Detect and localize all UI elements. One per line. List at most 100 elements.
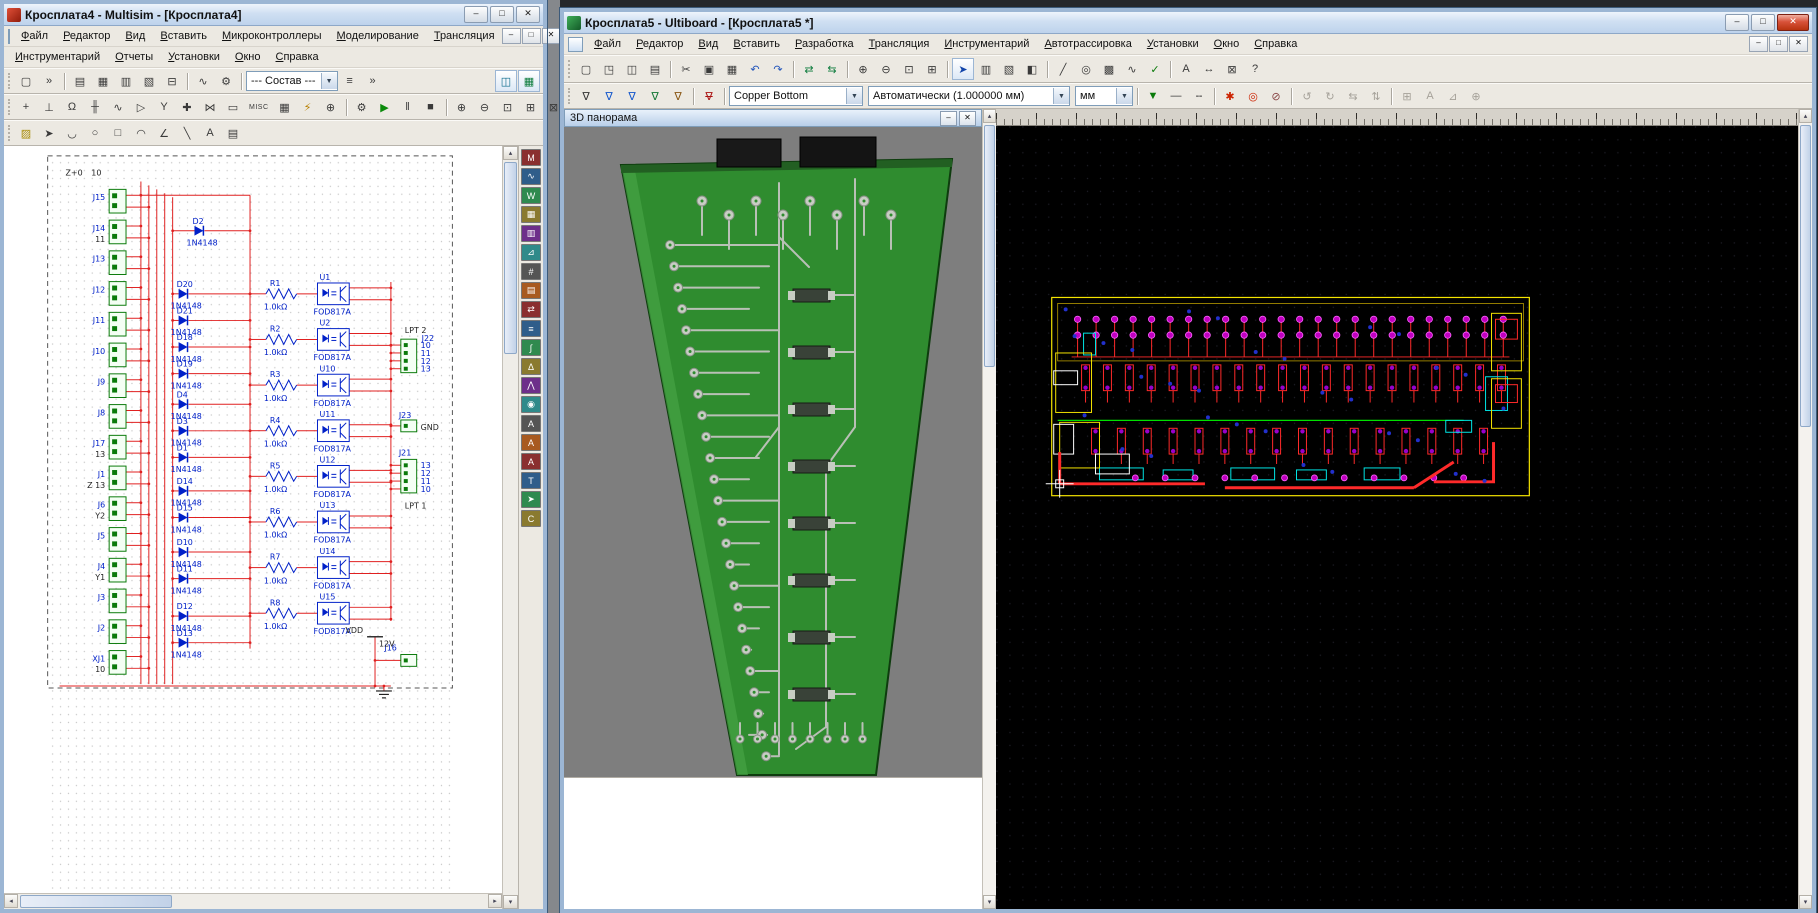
simulation-settings-icon[interactable]: ⚙ — [351, 96, 373, 118]
via-tool-icon[interactable]: ◎ — [1242, 85, 1264, 107]
3d-panel-scrollbar[interactable]: ▴ ▾ — [982, 109, 996, 909]
polygon-tool-icon[interactable]: ✱ — [1219, 85, 1241, 107]
open-file-icon[interactable]: ◳ — [598, 58, 620, 80]
postprocessor-icon[interactable]: ⚙ — [215, 70, 237, 92]
scroll-right-icon[interactable]: ▸ — [488, 894, 502, 908]
tektronix-oscilloscope-icon[interactable]: T — [521, 472, 541, 489]
connector-J17[interactable]: J1713 — [92, 434, 127, 460]
layers-icon[interactable]: ◧ — [1021, 58, 1043, 80]
oscilloscope-icon[interactable]: ▦ — [521, 206, 541, 223]
rotate-ccw-icon[interactable]: ↺ — [1296, 85, 1318, 107]
pause-simulation-icon[interactable]: ‖ — [397, 96, 419, 118]
flip-horizontal-icon[interactable]: ⇆ — [1342, 85, 1364, 107]
zoom-fit-icon[interactable]: ⊞ — [520, 96, 542, 118]
place-via-icon[interactable]: ◎ — [1075, 58, 1097, 80]
rotate-cw-icon[interactable]: ↻ — [1319, 85, 1341, 107]
forward-annotate-icon[interactable]: ⇄ — [798, 58, 820, 80]
wattmeter-icon[interactable]: W — [521, 187, 541, 204]
capture-view-icon[interactable]: ◫ — [495, 70, 517, 92]
ultiboard-menu-design[interactable]: Разработка — [788, 36, 861, 52]
minimize-button[interactable]: – — [1725, 14, 1749, 31]
in-use-list-icon[interactable]: ▨ — [15, 122, 37, 144]
shove-parts-icon[interactable]: ⊞ — [1396, 85, 1418, 107]
multisim-menu-view[interactable]: Вид — [118, 28, 152, 44]
multisim-menu-edit[interactable]: Редактор — [56, 28, 117, 44]
four-channel-oscilloscope-icon[interactable]: ▥ — [521, 225, 541, 242]
select-tool-icon[interactable]: ➤ — [38, 122, 60, 144]
new-file-icon[interactable]: ▢ — [575, 58, 597, 80]
scroll-thumb[interactable] — [984, 125, 995, 367]
vscroll-thumb[interactable] — [504, 162, 517, 354]
mdi-minimize-button[interactable]: – — [501, 28, 521, 44]
agilent-multimeter-icon[interactable]: A — [521, 434, 541, 451]
scroll-down-icon[interactable]: ▾ — [1799, 895, 1812, 909]
database-icon[interactable]: ▧ — [998, 58, 1020, 80]
dimension-icon[interactable]: ↔ — [1198, 58, 1220, 80]
connector-XJ1[interactable]: XJ110 — [92, 650, 127, 675]
text-size-icon[interactable]: A — [1419, 85, 1441, 107]
filter-copper-icon[interactable]: ∇ — [667, 85, 689, 107]
multisim-menu-transfer[interactable]: Трансляция — [427, 28, 502, 44]
schematic-vscrollbar[interactable]: ▴ ▾ — [502, 146, 518, 909]
ellipse-tool-icon[interactable]: ○ — [84, 122, 106, 144]
spectrum-analyzer-icon[interactable]: ⋀ — [521, 377, 541, 394]
units-combo[interactable]: мм ▼ — [1075, 86, 1133, 106]
ultiboard-menu-place[interactable]: Вставить — [726, 36, 787, 52]
filter-show-all-icon[interactable]: ∇ — [575, 85, 597, 107]
copper-area-icon[interactable]: ▩ — [1098, 58, 1120, 80]
mdi-restore-button[interactable]: □ — [521, 28, 541, 44]
drc-check-icon[interactable]: ✓ — [1144, 58, 1166, 80]
origin-icon[interactable]: ⊕ — [1465, 85, 1487, 107]
scroll-up-icon[interactable]: ▴ — [983, 109, 996, 123]
ultiboard-menu-edit[interactable]: Редактор — [629, 36, 690, 52]
rectangle-tool-icon[interactable]: □ — [107, 122, 129, 144]
undo-icon[interactable]: ↶ — [744, 58, 766, 80]
text-tool-icon[interactable]: A — [1175, 58, 1197, 80]
ratsnest-icon[interactable]: ∿ — [1121, 58, 1143, 80]
multisim-titlebar[interactable]: Кросплата4 - Multisim - [Кросплата4] – □… — [4, 4, 543, 26]
place-source-icon[interactable]: + — [15, 96, 37, 118]
zoom-out-icon[interactable]: ⊖ — [875, 58, 897, 80]
mdi-close-button[interactable]: ✕ — [541, 28, 561, 44]
scroll-down-icon[interactable]: ▾ — [503, 895, 518, 909]
frequency-counter-icon[interactable]: # — [521, 263, 541, 280]
connector-J4[interactable]: J4Y1 — [94, 557, 127, 583]
multisim-menu-simulate[interactable]: Моделирование — [330, 28, 426, 44]
filter-traces-icon[interactable]: ∇ — [621, 85, 643, 107]
3d-panel-titlebar[interactable]: 3D панорама – ✕ — [564, 109, 982, 127]
place-diode-icon[interactable]: ▷ — [130, 96, 152, 118]
sheet-properties-icon[interactable]: ▧ — [138, 70, 160, 92]
place-power-icon[interactable]: ⚡ — [297, 96, 319, 118]
run-simulation-icon[interactable]: ▶ — [374, 96, 396, 118]
agilent-oscilloscope-icon[interactable]: A — [521, 453, 541, 470]
grid-combo[interactable]: Автоматически (1.000000 мм) ▼ — [868, 86, 1070, 106]
ultiboard-menu-tools[interactable]: Инструментарий — [937, 36, 1036, 52]
scroll-up-icon[interactable]: ▴ — [503, 146, 518, 160]
measurement-probe-icon[interactable]: ➤ — [521, 491, 541, 508]
ultiboard-menu-window[interactable]: Окно — [1207, 36, 1247, 52]
mdi-restore-button[interactable]: □ — [1769, 36, 1788, 52]
breadboard-view-icon[interactable]: ▦ — [518, 70, 540, 92]
ultiboard-menu-options[interactable]: Установки — [1140, 36, 1206, 52]
scroll-down-icon[interactable]: ▾ — [983, 895, 996, 909]
redo-icon[interactable]: ↷ — [767, 58, 789, 80]
copy-icon[interactable]: ▣ — [698, 58, 720, 80]
layer-combo[interactable]: Copper Bottom ▼ — [729, 86, 863, 106]
zoom-window-icon[interactable]: ⊡ — [898, 58, 920, 80]
close-button[interactable]: ✕ — [1777, 14, 1809, 31]
multisim-menu-tools[interactable]: Инструментарий — [8, 49, 107, 65]
ultiboard-menu-view[interactable]: Вид — [691, 36, 725, 52]
bode-plotter-icon[interactable]: ⊿ — [521, 244, 541, 261]
logic-analyzer-icon[interactable]: ≡ — [521, 320, 541, 337]
line-width-icon[interactable]: — — [1165, 85, 1187, 107]
maximize-button[interactable]: □ — [1751, 14, 1775, 31]
hscroll-thumb[interactable] — [20, 895, 172, 908]
network-analyzer-icon[interactable]: ◉ — [521, 396, 541, 413]
line-tool-icon[interactable]: ╲ — [176, 122, 198, 144]
3d-preview-canvas[interactable] — [564, 127, 982, 777]
connector-J14[interactable]: J1411 — [92, 219, 127, 245]
multisim-menu-file[interactable]: Файл — [14, 28, 55, 44]
flip-vertical-icon[interactable]: ⇅ — [1365, 85, 1387, 107]
schematic-canvas[interactable]: J15J1411J13J12J11J10J9J8J1713J1Z 13J6Y2J… — [4, 146, 502, 893]
place-inductor-icon[interactable]: ∿ — [107, 96, 129, 118]
